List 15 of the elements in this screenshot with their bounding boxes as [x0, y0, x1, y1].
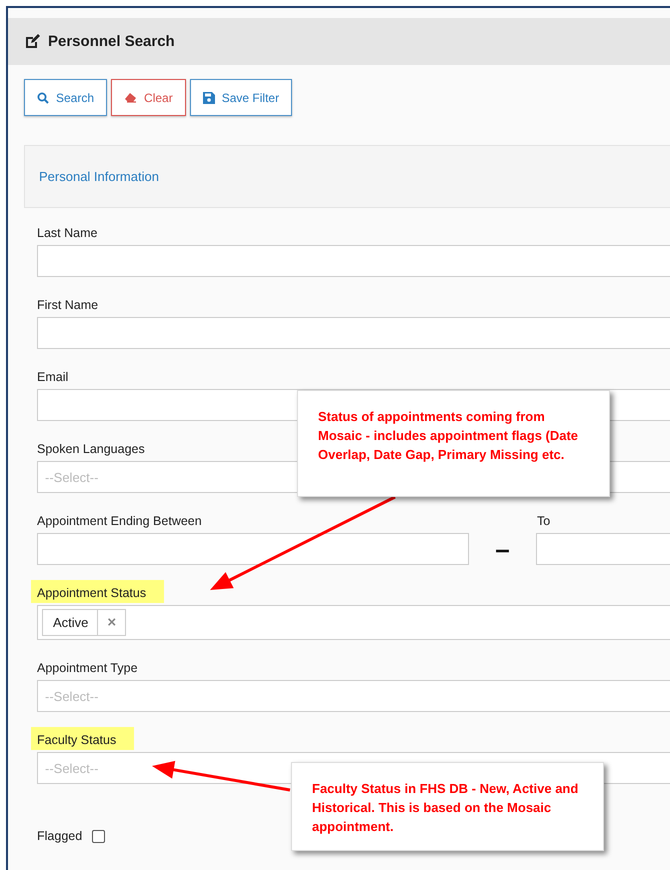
annotation-text: Status of appointments coming from Mosaic - includes appointment flags (Date Overlap, Date Gap, Primary Missing etc. [318, 408, 580, 464]
field-label: To [537, 514, 550, 528]
field-label: Faculty Status [31, 727, 134, 750]
field-label: Appointment Status [31, 580, 164, 603]
field-label: Email [37, 370, 68, 384]
field-label: First Name [37, 298, 98, 312]
field-label: Spoken Languages [37, 442, 145, 456]
field-label: Appointment Ending Between [37, 514, 203, 528]
range-separator: – [494, 534, 511, 564]
annotation-text: Faculty Status in FHS DB - New, Active and Historical. This is based on the Mosaic appointment. [312, 780, 580, 836]
field-label: Last Name [37, 226, 98, 240]
field-label: Flagged [37, 829, 82, 843]
tag-label: Active [52, 615, 90, 630]
field-label: Appointment Type [37, 661, 138, 675]
panel-title: Personnel Search [48, 33, 175, 50]
